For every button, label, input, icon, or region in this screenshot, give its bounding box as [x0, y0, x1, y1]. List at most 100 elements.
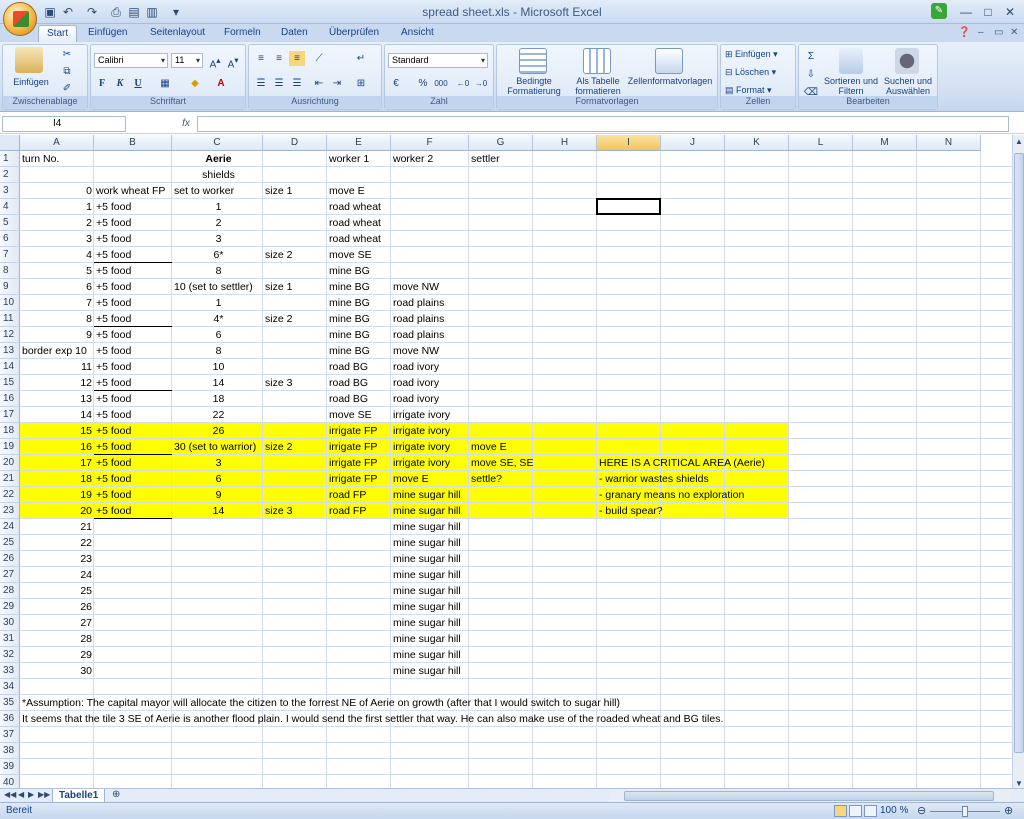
column-header-h[interactable]: H	[533, 135, 597, 151]
cell-c23[interactable]: 14	[172, 503, 263, 519]
row-header-30[interactable]: 30	[0, 615, 20, 631]
column-header-b[interactable]: B	[94, 135, 172, 151]
cell-c13[interactable]: 8	[172, 343, 263, 359]
cell-a9[interactable]: 6	[20, 279, 94, 295]
cell-a28[interactable]: 25	[20, 583, 94, 599]
cell-f19[interactable]: irrigate ivory	[391, 439, 469, 455]
cell-d7[interactable]: size 2	[263, 247, 327, 263]
row-header-29[interactable]: 29	[0, 599, 20, 615]
cell-f26[interactable]: mine sugar hill	[391, 551, 469, 567]
format-painter-icon[interactable]: ✐	[59, 81, 75, 96]
insert-sheet-icon[interactable]: ⊕	[112, 789, 120, 800]
fill-color-icon[interactable]: ◆	[187, 76, 203, 91]
cell-a26[interactable]: 23	[20, 551, 94, 567]
thousands-button[interactable]: 000	[431, 76, 451, 91]
column-header-c[interactable]: C	[172, 135, 263, 151]
conditional-format-button[interactable]: Bedingte Formatierung	[497, 76, 571, 96]
ribbon-minimize-icon[interactable]: –	[978, 27, 984, 38]
selected-cell-outline[interactable]	[596, 198, 661, 215]
cell-a24[interactable]: 21	[20, 519, 94, 535]
cell-b19[interactable]: +5 food	[94, 439, 172, 455]
zoom-slider-knob[interactable]	[962, 806, 968, 817]
formula-input[interactable]	[197, 116, 1009, 132]
cell-f23[interactable]: mine sugar hill	[391, 503, 469, 519]
cell-c8[interactable]: 8	[172, 263, 263, 279]
align-middle-icon[interactable]: ≡	[271, 51, 287, 66]
maximize-button[interactable]: □	[977, 3, 999, 21]
row-header-10[interactable]: 10	[0, 295, 20, 311]
row-header-27[interactable]: 27	[0, 567, 20, 583]
select-all-corner[interactable]	[0, 135, 20, 151]
font-color-icon[interactable]: A	[213, 76, 229, 91]
cell-a21[interactable]: 18	[20, 471, 94, 487]
cell-d3[interactable]: size 1	[263, 183, 327, 199]
row-header-6[interactable]: 6	[0, 231, 20, 247]
cell-f22[interactable]: mine sugar hill	[391, 487, 469, 503]
column-header-j[interactable]: J	[661, 135, 725, 151]
cell-d9[interactable]: size 1	[263, 279, 327, 295]
cell-c18[interactable]: 26	[172, 423, 263, 439]
italic-button[interactable]: K	[112, 76, 128, 91]
page-break-view-icon[interactable]	[864, 805, 877, 817]
cell-g21[interactable]: settle?	[469, 471, 533, 487]
cell-f21[interactable]: move E	[391, 471, 469, 487]
cell-e23[interactable]: road FP	[327, 503, 391, 519]
cell-b3[interactable]: work wheat FP	[94, 183, 172, 199]
cell-f18[interactable]: irrigate ivory	[391, 423, 469, 439]
fill-icon[interactable]: ⇩	[803, 67, 819, 82]
row-header-12[interactable]: 12	[0, 327, 20, 343]
row-header-21[interactable]: 21	[0, 471, 20, 487]
cell-f31[interactable]: mine sugar hill	[391, 631, 469, 647]
cell-f27[interactable]: mine sugar hill	[391, 567, 469, 583]
cell-f30[interactable]: mine sugar hill	[391, 615, 469, 631]
cell-d15[interactable]: size 3	[263, 375, 327, 391]
row-header-11[interactable]: 11	[0, 311, 20, 327]
column-header-i[interactable]: I	[597, 135, 661, 151]
cell-b21[interactable]: +5 food	[94, 471, 172, 487]
format-cells-button[interactable]: ▤ Format ▾	[725, 85, 772, 95]
cell-f15[interactable]: road ivory	[391, 375, 469, 391]
close-button[interactable]: ✕	[999, 3, 1021, 21]
cell-e4[interactable]: road wheat	[327, 199, 391, 215]
autosum-icon[interactable]: Σ	[803, 49, 819, 64]
cell-e18[interactable]: irrigate FP	[327, 423, 391, 439]
name-box[interactable]: I4	[2, 116, 126, 132]
cell-c5[interactable]: 2	[172, 215, 263, 231]
cell-c15[interactable]: 14	[172, 375, 263, 391]
decrease-decimal-icon[interactable]: →0	[473, 76, 489, 91]
find-select-icon[interactable]	[895, 48, 919, 74]
cell-e20[interactable]: irrigate FP	[327, 455, 391, 471]
cell-f20[interactable]: irrigate ivory	[391, 455, 469, 471]
cell-b23[interactable]: +5 food	[94, 503, 172, 519]
cell-e17[interactable]: move SE	[327, 407, 391, 423]
cell-b14[interactable]: +5 food	[94, 359, 172, 375]
cell-i22[interactable]: - granary means no exploration	[597, 487, 744, 503]
cell-a4[interactable]: 1	[20, 199, 94, 215]
cell-f17[interactable]: irrigate ivory	[391, 407, 469, 423]
row-header-19[interactable]: 19	[0, 439, 20, 455]
insert-cells-button[interactable]: ⊞ Einfügen ▾	[725, 49, 778, 59]
cell-a36[interactable]: It seems that the tile 3 SE of Aerie is …	[20, 711, 723, 727]
cell-e6[interactable]: road wheat	[327, 231, 391, 247]
merge-center-icon[interactable]: ⊞	[353, 76, 369, 91]
row-header-24[interactable]: 24	[0, 519, 20, 535]
cell-b18[interactable]: +5 food	[94, 423, 172, 439]
prev-sheet-icon[interactable]: ◀	[18, 790, 28, 799]
column-header-e[interactable]: E	[327, 135, 391, 151]
page-layout-view-icon[interactable]	[849, 805, 862, 817]
orientation-icon[interactable]: ⟋	[311, 51, 327, 66]
cell-c1[interactable]: Aerie	[172, 151, 263, 167]
cell-b10[interactable]: +5 food	[94, 295, 172, 311]
cell-e16[interactable]: road BG	[327, 391, 391, 407]
cell-b16[interactable]: +5 food	[94, 391, 172, 407]
cell-a22[interactable]: 19	[20, 487, 94, 503]
cell-a6[interactable]: 3	[20, 231, 94, 247]
cell-c11[interactable]: 4*	[172, 311, 263, 327]
next-sheet-icon[interactable]: ▶	[28, 790, 38, 799]
cell-a29[interactable]: 26	[20, 599, 94, 615]
cell-b7[interactable]: +5 food	[94, 247, 172, 263]
cell-a30[interactable]: 27	[20, 615, 94, 631]
cell-a23[interactable]: 20	[20, 503, 94, 519]
row-header-20[interactable]: 20	[0, 455, 20, 471]
row-header-39[interactable]: 39	[0, 759, 20, 775]
